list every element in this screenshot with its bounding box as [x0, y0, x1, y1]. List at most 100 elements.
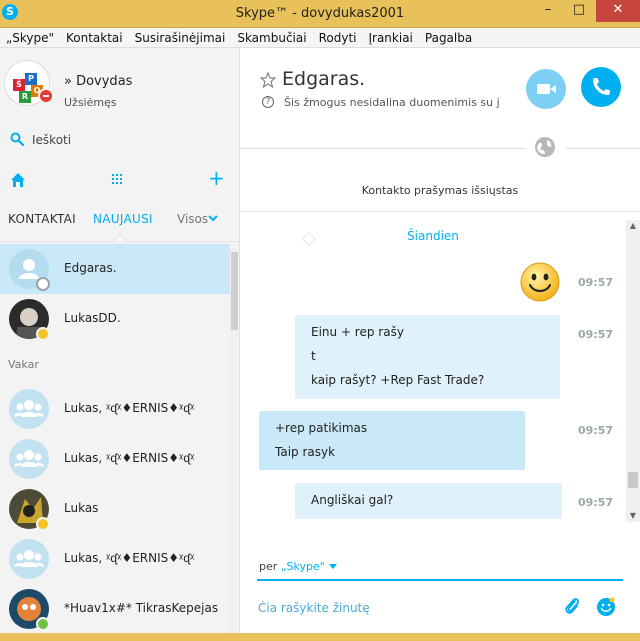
contact-item-tikraskepejas[interactable]: *Huav1x#* TikrasKepejas: [0, 584, 230, 634]
smiley-emoticon-icon: [520, 262, 560, 302]
profile-name[interactable]: » Dovydas: [64, 74, 132, 89]
emoticon-picker-icon[interactable]: [596, 597, 616, 617]
status-unknown-icon: [36, 277, 50, 291]
menu-skype[interactable]: „Skype": [0, 28, 60, 46]
chat-panel: Edgaras. ? Šis žmogus nesidalina duomeni…: [240, 48, 640, 641]
avatar-tile: R: [19, 91, 31, 103]
message-text: Angliškai gal?: [311, 493, 394, 507]
caret-down-icon[interactable]: [328, 564, 337, 569]
scroll-up-arrow-icon[interactable]: ▲: [626, 220, 640, 232]
divider: [566, 148, 640, 149]
contact-name: Edgaras.: [64, 261, 117, 275]
contact-item-group[interactable]: Lukas, ᵡᶑᵡ♦ERNIS♦ᵡᶑᵡ: [0, 434, 230, 484]
dialpad-icon[interactable]: [111, 173, 123, 185]
audio-call-button[interactable]: [581, 67, 621, 107]
message-list: Šiandien 09:57 Einu + rep rašy t kaip ra…: [240, 212, 626, 522]
contact-name: Lukas: [64, 501, 99, 515]
chat-subtitle: Šis žmogus nesidalina duomenimis su j...: [284, 96, 500, 109]
add-contact-plus-icon[interactable]: +: [208, 168, 225, 188]
contact-name: LukasDD.: [64, 311, 121, 325]
outgoing-message[interactable]: Angliškai gal?: [295, 483, 562, 519]
menu-calls[interactable]: Skambučiai: [231, 28, 312, 46]
contact-name: Lukas, ᵡᶑᵡ♦ERNIS♦ᵡᶑᵡ: [64, 451, 195, 465]
status-away-icon: [36, 327, 50, 341]
maximize-button[interactable]: □: [565, 0, 593, 22]
filter-dropdown[interactable]: Visos: [177, 212, 208, 226]
menu-tools[interactable]: Įrankiai: [362, 28, 418, 46]
scrollbar-thumb[interactable]: [231, 252, 238, 330]
status-away-icon: [36, 517, 50, 531]
message-text: +rep patikimas: [275, 421, 368, 435]
menu-contacts[interactable]: Kontaktai: [60, 28, 129, 46]
avatar: [9, 389, 49, 429]
message-time: 09:57: [578, 496, 614, 509]
scroll-down-arrow-icon[interactable]: ▼: [626, 510, 640, 522]
menu-view[interactable]: Rodyti: [313, 28, 363, 46]
avatar: [9, 439, 49, 479]
info-icon: ?: [262, 96, 274, 108]
message-time: 09:57: [578, 276, 614, 289]
contact-name: Lukas, ᵡᶑᵡ♦ERNIS♦ᵡᶑᵡ: [64, 401, 195, 415]
video-camera-icon: [537, 84, 556, 94]
toolbar: +: [0, 168, 239, 192]
title-bar: S Skype™ - dovydukas2001 – □ ✕: [0, 0, 640, 28]
contact-item-group[interactable]: Lukas, ᵡᶑᵡ♦ERNIS♦ᵡᶑᵡ: [0, 534, 230, 584]
message-text: t: [311, 349, 316, 363]
contact-name: Lukas, ᵡᶑᵡ♦ERNIS♦ᵡᶑᵡ: [64, 551, 195, 565]
group-icon: [14, 400, 44, 417]
outgoing-message[interactable]: Einu + rep rašy t kaip rašyt? +Rep Fast …: [295, 315, 560, 399]
incoming-message[interactable]: +rep patikimas Taip rasyk: [259, 411, 525, 470]
message-time: 09:57: [578, 328, 614, 341]
day-separator: Šiandien: [407, 229, 459, 243]
contact-item-edgaras[interactable]: Edgaras.: [0, 244, 230, 294]
phone-icon: [593, 78, 610, 95]
menu-bar: „Skype" Kontaktai Susirašinėjimai Skambučia…: [0, 28, 640, 48]
do-not-disturb-icon[interactable]: [38, 88, 54, 104]
contact-request-note: Kontakto prašymas išsiųstas: [361, 184, 519, 197]
chevron-down-icon[interactable]: [208, 213, 218, 223]
message-time: 09:57: [578, 424, 614, 437]
taskbar-edge: [0, 633, 640, 641]
search-icon: [10, 132, 24, 146]
contact-item-lukasdd[interactable]: LukasDD.: [0, 294, 230, 344]
search-row: [0, 128, 239, 152]
contact-tabs: KONTAKTAI NAUJAUSI Visos: [0, 210, 239, 248]
chat-title: Edgaras.: [282, 68, 366, 90]
home-icon[interactable]: [10, 172, 26, 188]
left-panel: Š P O R » Dovydas Užsiėmęs + KONTAKTAI N…: [0, 48, 240, 641]
via-service[interactable]: „Skype": [281, 560, 325, 573]
avatar-tile: P: [25, 73, 37, 85]
send-via-selector[interactable]: per „Skype": [259, 560, 337, 573]
paperclip-icon[interactable]: [563, 596, 581, 616]
star-icon[interactable]: [260, 72, 276, 88]
status-online-icon: [36, 617, 50, 631]
video-call-button[interactable]: [526, 69, 566, 109]
minimize-button[interactable]: –: [534, 0, 562, 22]
group-icon: [14, 450, 44, 467]
search-input[interactable]: [32, 130, 222, 150]
avatar: [9, 539, 49, 579]
message-text: kaip rašyt? +Rep Fast Trade?: [311, 373, 485, 387]
group-icon: [14, 550, 44, 567]
scrollbar-thumb[interactable]: [628, 472, 638, 488]
profile-status[interactable]: Užsiėmęs: [64, 96, 117, 109]
message-input[interactable]: [258, 598, 548, 618]
avatar-tile: Š: [13, 79, 25, 91]
close-button[interactable]: ✕: [596, 0, 640, 22]
divider: [240, 148, 526, 149]
message-scrollbar[interactable]: ▲ ▼: [626, 220, 640, 522]
message-text: Einu + rep rašy: [311, 325, 404, 339]
via-prefix: per: [259, 560, 278, 573]
menu-conversations[interactable]: Susirašinėjimai: [129, 28, 232, 46]
message-text: Taip rasyk: [275, 445, 336, 459]
tab-contacts[interactable]: KONTAKTAI: [8, 212, 76, 226]
section-label-yesterday: Vakar: [8, 358, 39, 371]
contacts-scrollbar[interactable]: [230, 248, 238, 641]
tab-recent[interactable]: NAUJAUSI: [93, 212, 153, 226]
contact-item-group[interactable]: Lukas, ᵡᶑᵡ♦ERNIS♦ᵡᶑᵡ: [0, 384, 230, 434]
globe-icon: [535, 137, 555, 157]
menu-help[interactable]: Pagalba: [419, 28, 478, 46]
contact-item-lukas[interactable]: Lukas: [0, 484, 230, 534]
contact-name: *Huav1x#* TikrasKepejas: [64, 601, 219, 615]
compose-divider: [257, 579, 623, 581]
